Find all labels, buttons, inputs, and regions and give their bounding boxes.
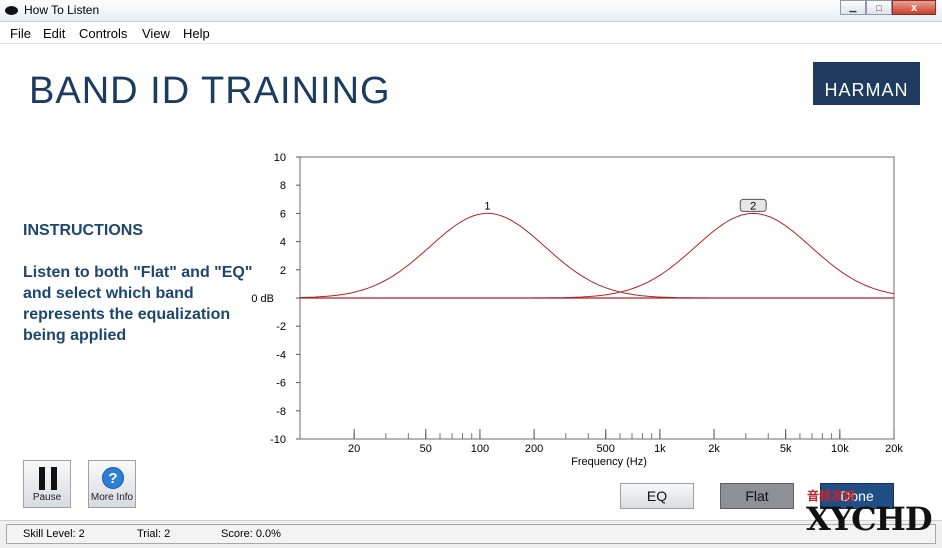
y-tick-label: 2 <box>280 265 286 277</box>
pause-button[interactable]: Pause <box>23 460 71 508</box>
y-tick-label: -10 <box>270 434 286 446</box>
eq-chart: 10 8 6 4 2 0 dB -2 -4 -6 -8 -10 20 50 100 200 500 1k 2k 5… <box>251 152 903 468</box>
status-bar: Skill Level: 2 Trial: 2 Score: 0.0% <box>0 520 942 548</box>
eq-button[interactable]: EQ <box>620 483 694 509</box>
y-tick-label: -4 <box>276 349 286 361</box>
more-info-label: More Info <box>90 492 134 503</box>
x-tick-label: 2k <box>708 443 720 455</box>
pause-label: Pause <box>32 492 62 503</box>
x-tick-label: 1k <box>654 443 666 455</box>
trial-count: Trial: 2 <box>137 528 171 540</box>
band-label: 2 <box>750 200 756 212</box>
y-tick-label: -6 <box>276 378 286 390</box>
x-tick-label: 50 <box>420 443 432 455</box>
band-label: 1 <box>484 200 490 212</box>
x-tick-label: 200 <box>525 443 543 455</box>
y-tick-label: -2 <box>276 321 286 333</box>
watermark-logo: XYCHD <box>806 500 933 538</box>
x-tick-label: 5k <box>780 443 792 455</box>
x-tick-label: 500 <box>597 443 615 455</box>
x-tick-label: 10k <box>831 443 849 455</box>
y-tick-label: 8 <box>280 180 286 192</box>
x-tick-label: 20 <box>348 443 360 455</box>
help-icon: ? <box>102 467 124 489</box>
more-info-button[interactable]: ? More Info <box>88 460 136 508</box>
flat-button[interactable]: Flat <box>720 483 794 509</box>
skill-level: Skill Level: 2 <box>23 528 85 540</box>
y-tick-label: -8 <box>276 406 286 418</box>
y-tick-label: 10 <box>274 152 286 164</box>
x-tick-label: 100 <box>471 443 489 455</box>
x-axis-label: Frequency (Hz) <box>571 456 647 468</box>
y-tick-label: 4 <box>280 237 286 249</box>
y-tick-label: 0 dB <box>251 293 274 305</box>
pause-icon <box>39 467 57 490</box>
score: Score: 0.0% <box>221 528 281 540</box>
x-tick-label: 20k <box>885 443 903 455</box>
y-tick-label: 6 <box>280 208 286 220</box>
